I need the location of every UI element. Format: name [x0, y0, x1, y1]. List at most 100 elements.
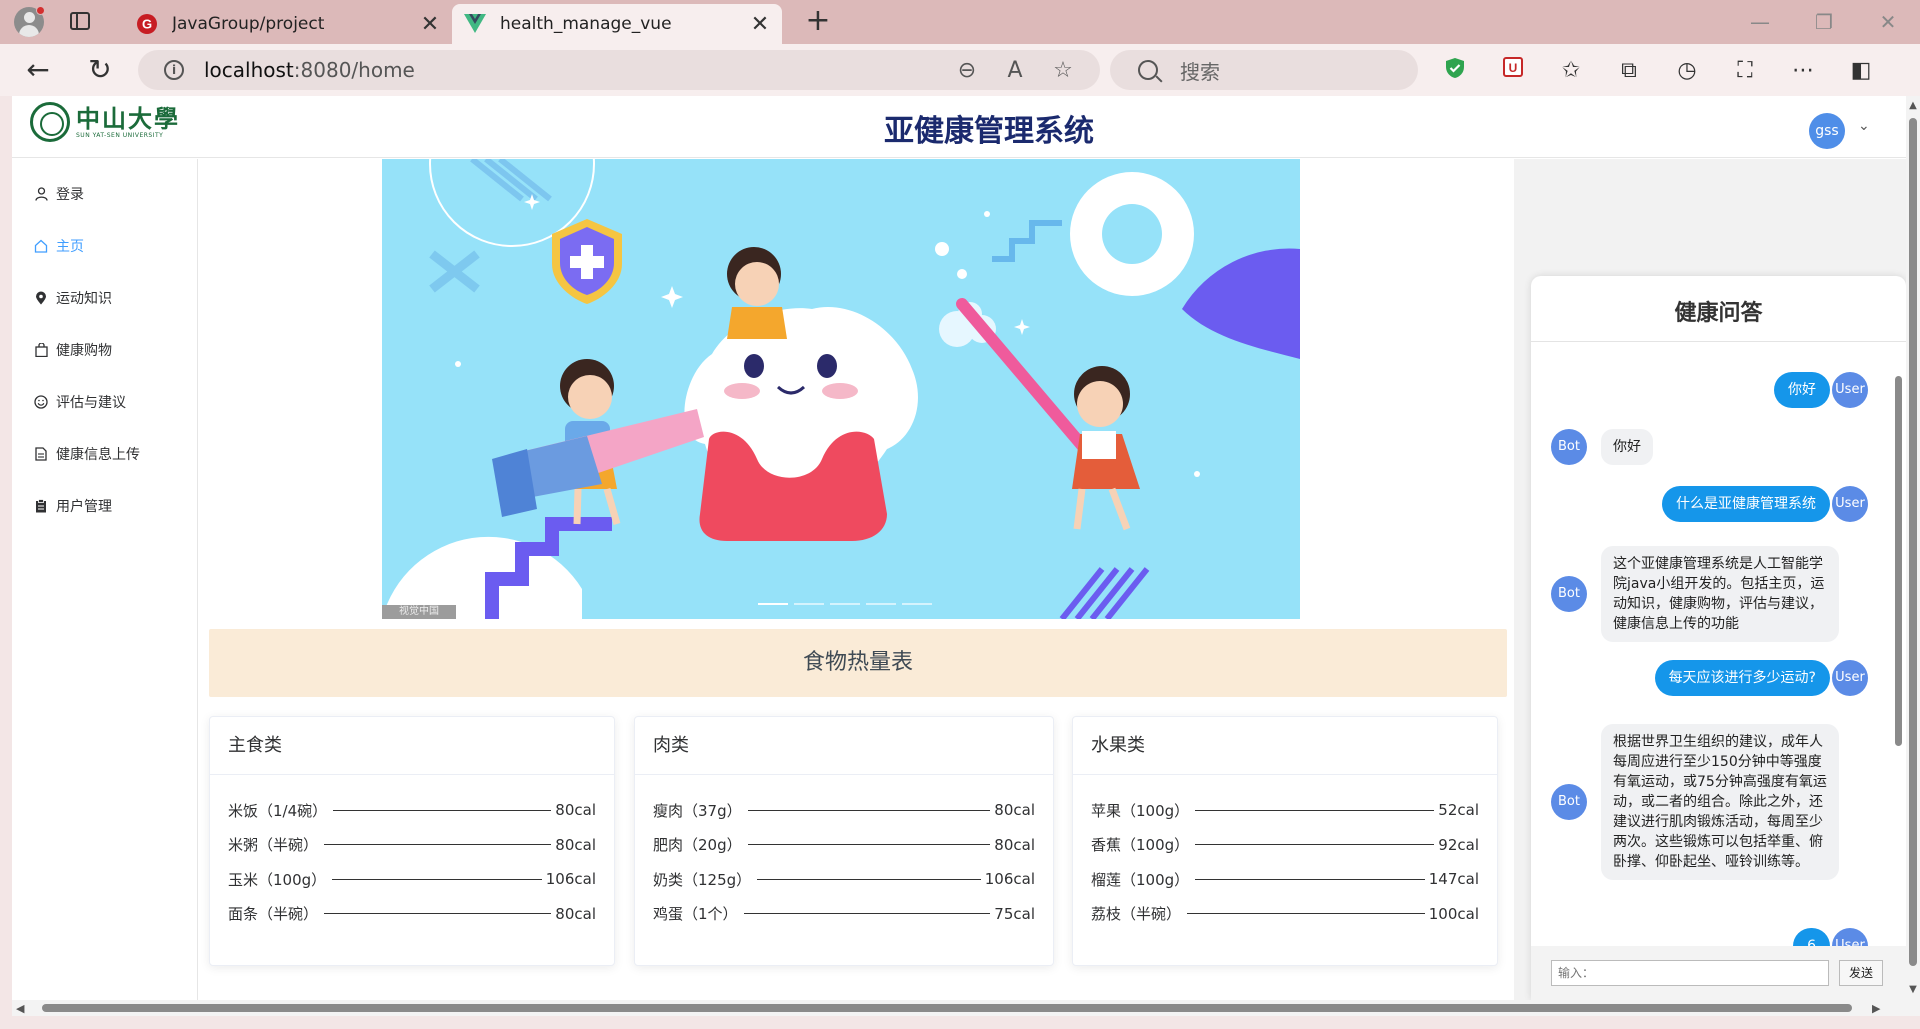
card-title: 肉类	[635, 717, 1053, 775]
qa-message-list[interactable]: 你好 User Bot 你好 什么是亚健康管理系统 User Bot 这个亚健康…	[1531, 342, 1906, 946]
back-arrow-icon[interactable]: ←	[20, 52, 56, 88]
food-name: 荔枝（半碗）	[1091, 905, 1182, 924]
sidebar-item-assessment[interactable]: 评估与建议	[12, 376, 197, 428]
health-qa-panel: 健康问答 你好 User Bot 你好 什么是亚健康管理系统 User Bot …	[1531, 276, 1906, 1000]
scroll-up-icon[interactable]: ▲	[1907, 100, 1919, 112]
screenshot-icon[interactable]: ⛶	[1730, 56, 1760, 86]
browser-tab-health-manage[interactable]: health_manage_vue ✕	[452, 4, 782, 44]
scrollbar-thumb[interactable]	[1909, 118, 1917, 966]
food-row: 面条（半碗） 80cal	[228, 897, 596, 932]
bot-message: Bot 你好	[1551, 429, 1653, 465]
new-tab-button[interactable]: +	[800, 4, 836, 40]
smile-icon	[34, 395, 48, 409]
more-menu-icon[interactable]: ⋯	[1788, 56, 1818, 86]
carousel-dot[interactable]	[902, 603, 932, 605]
shield-check-icon[interactable]	[1440, 56, 1470, 86]
food-name: 米粥（半碗）	[228, 836, 319, 855]
search-box[interactable]: 搜索	[1110, 50, 1418, 90]
sidebar-item-home[interactable]: 主页	[12, 220, 197, 272]
info-icon[interactable]: i	[164, 60, 184, 80]
close-window-button[interactable]: ✕	[1868, 8, 1908, 36]
sidebar-item-label: 运动知识	[56, 291, 112, 307]
refresh-icon[interactable]: ↻	[82, 52, 118, 88]
user-icon	[34, 187, 48, 201]
favorites-icon[interactable]: ✩	[1556, 56, 1586, 86]
qa-scrollbar-thumb[interactable]	[1895, 376, 1902, 746]
clipboard-icon	[34, 499, 48, 513]
food-row: 榴莲（100g） 147cal	[1091, 862, 1479, 897]
card-title: 主食类	[210, 717, 614, 775]
page-vertical-scrollbar[interactable]: ▲ ▼	[1906, 96, 1920, 1000]
food-name: 瘦肉（37g）	[653, 801, 742, 820]
extension-badge-icon[interactable]: U	[1498, 56, 1528, 86]
carousel-dot[interactable]	[758, 603, 788, 605]
page-horizontal-scrollbar[interactable]: ◀ ▶	[12, 1000, 1920, 1016]
scroll-right-icon[interactable]: ▶	[1872, 1002, 1880, 1015]
food-name: 香蕉（100g）	[1091, 836, 1190, 855]
url-path: :8080/home	[293, 58, 415, 82]
close-tab-icon[interactable]: ✕	[746, 12, 774, 37]
food-calories: 80cal	[994, 801, 1035, 820]
carousel-dot[interactable]	[794, 603, 824, 605]
food-calories: 106cal	[984, 870, 1035, 889]
user-avatar-badge: User	[1832, 660, 1868, 696]
restore-button[interactable]: ❐	[1804, 8, 1844, 36]
food-calories: 80cal	[555, 835, 596, 854]
chevron-down-icon[interactable]: ⌄	[1858, 118, 1870, 134]
user-message-text: 你好	[1774, 372, 1830, 408]
food-calorie-title: 食物热量表	[209, 629, 1507, 697]
sidebar-item-label: 登录	[56, 187, 84, 203]
card-title: 水果类	[1073, 717, 1497, 775]
window-bottom-edge	[0, 1016, 1920, 1029]
history-icon[interactable]: ◷	[1672, 56, 1702, 86]
bot-avatar-badge: Bot	[1551, 784, 1587, 820]
food-card-meat: 肉类 瘦肉（37g） 80cal 肥肉（20g） 80cal 奶类（125g） 106…	[634, 716, 1054, 966]
carousel-dot[interactable]	[866, 603, 896, 605]
banner-carousel[interactable]: 视觉中国	[382, 159, 1300, 619]
scroll-down-icon[interactable]: ▼	[1907, 984, 1919, 996]
close-tab-icon[interactable]: ✕	[416, 12, 444, 37]
food-card-staples: 主食类 米饭（1/4碗） 80cal 米粥（半碗） 80cal 玉米（100g） 10…	[209, 716, 615, 966]
browser-toolbar: ← ↻ i localhost:8080/home ⊖ A ☆ 搜索 U ✩ ⧉…	[0, 44, 1920, 96]
svg-text:G: G	[142, 17, 152, 32]
favorite-star-icon[interactable]: ☆	[1050, 58, 1076, 84]
vue-icon	[464, 13, 486, 35]
carousel-dot[interactable]	[830, 603, 860, 605]
browser-tab-javagroup[interactable]: G JavaGroup/project ✕	[124, 4, 452, 44]
carousel-indicators	[758, 603, 932, 605]
food-row: 瘦肉（37g） 80cal	[653, 793, 1035, 828]
sidebar-item-shopping[interactable]: 健康购物	[12, 324, 197, 376]
image-watermark: 视觉中国	[382, 605, 456, 619]
sidebar-item-upload[interactable]: 健康信息上传	[12, 428, 197, 480]
scrollbar-thumb[interactable]	[42, 1004, 1852, 1012]
user-avatar[interactable]: gss	[1809, 113, 1845, 149]
food-calories: 80cal	[994, 835, 1035, 854]
food-name: 玉米（100g）	[228, 870, 327, 889]
bot-avatar-badge: Bot	[1551, 429, 1587, 465]
user-message-text: 什么是亚健康管理系统	[1662, 486, 1830, 522]
collections-icon[interactable]: ⧉	[1614, 56, 1644, 86]
tab-actions-icon[interactable]	[70, 12, 90, 30]
bot-message-text: 根据世界卫生组织的建议，成年人每周应进行至少150分钟中等强度有氧运动，或75分…	[1601, 724, 1839, 880]
address-bar[interactable]: i localhost:8080/home ⊖ A ☆	[138, 50, 1100, 90]
sidebar-item-users[interactable]: 用户管理	[12, 480, 197, 532]
food-name: 苹果（100g）	[1091, 801, 1190, 820]
sidebar-toggle-icon[interactable]: ◧	[1846, 56, 1876, 86]
sidebar-item-label: 评估与建议	[56, 395, 126, 411]
zoom-out-icon[interactable]: ⊖	[954, 58, 980, 84]
scroll-left-icon[interactable]: ◀	[16, 1002, 24, 1015]
user-message-text: 6	[1793, 928, 1830, 946]
food-name: 榴莲（100g）	[1091, 870, 1190, 889]
food-row: 苹果（100g） 52cal	[1091, 793, 1479, 828]
read-aloud-icon[interactable]: A	[1002, 58, 1028, 84]
send-button[interactable]: 发送	[1839, 960, 1883, 986]
food-name: 奶类（125g）	[653, 870, 752, 889]
qa-input[interactable]	[1551, 960, 1829, 986]
food-row: 香蕉（100g） 92cal	[1091, 828, 1479, 863]
food-calories: 80cal	[555, 904, 596, 923]
sidebar-item-login[interactable]: 登录	[12, 168, 197, 220]
minimize-button[interactable]: —	[1740, 8, 1780, 36]
sidebar-item-exercise[interactable]: 运动知识	[12, 272, 197, 324]
food-calories: 75cal	[994, 904, 1035, 923]
sidebar-item-label: 主页	[56, 239, 84, 255]
